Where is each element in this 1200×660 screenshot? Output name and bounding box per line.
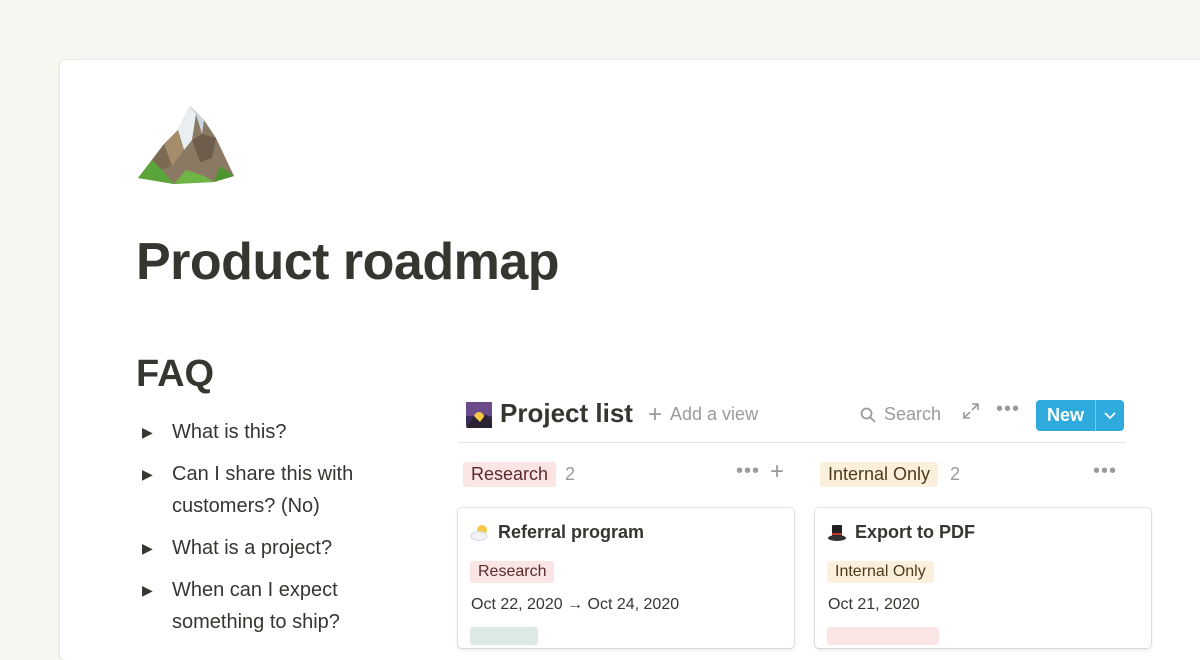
search-button[interactable]: Search [860,404,941,425]
board-column-research: Research 2 ••• + Referral program Resear… [458,458,796,648]
card-tag: Research [470,561,555,583]
column-tag: Research [463,462,557,487]
plus-icon: + [648,400,663,428]
new-button[interactable]: New [1036,400,1124,431]
card-date: Oct 21, 2020 [828,596,920,613]
faq-toggle-item[interactable]: ▶ What is a project? [142,532,392,564]
column-count: 2 [565,464,576,484]
page-container: Product roadmap FAQ ▶ What is this? ▶ Ca… [60,60,1200,660]
board-column-internal-only: Internal Only 2 ••• Export to PDF Intern… [815,460,1153,648]
faq-toggle-item[interactable]: ▶ What is this? [142,416,392,448]
top-hat-icon [828,524,846,541]
triangle-right-icon[interactable]: ▶ [142,416,172,448]
triangle-right-icon[interactable]: ▶ [142,458,172,490]
triangle-right-icon[interactable]: ▶ [142,574,172,606]
database-title[interactable]: Project list [500,398,633,429]
sunrise-image-icon [466,402,492,428]
faq-question: What is this? [172,421,287,443]
add-view-label: Add a view [670,404,759,424]
more-options-icon[interactable]: ••• [996,398,1020,421]
chevron-down-icon[interactable] [1095,400,1124,431]
column-header: Internal Only 2 ••• [815,460,1153,488]
faq-question: When can I expect something to ship? [172,579,340,633]
plus-icon[interactable]: + [770,458,784,486]
board-card[interactable]: Export to PDF Internal Only Oct 21, 2020 [815,508,1151,648]
faq-toggle-item[interactable]: ▶ Can I share this with customers? (No) [142,458,392,522]
project-list-database: Project list + Add a view Search ••• New… [458,390,1151,648]
column-count: 2 [950,464,961,484]
new-button-label[interactable]: New [1036,400,1095,431]
column-tag: Internal Only [820,462,939,487]
add-view-button[interactable]: + Add a view [648,400,759,428]
database-header: Project list + Add a view Search ••• New [458,390,1126,443]
faq-heading: FAQ [136,353,215,395]
card-date: Oct 22, 2020 → Oct 24, 2020 [471,596,680,613]
search-icon [860,407,876,423]
faq-question: What is a project? [172,537,333,559]
sun-behind-cloud-icon [470,524,488,541]
expand-icon[interactable] [962,402,980,420]
search-label: Search [884,404,942,424]
mountain-icon[interactable] [134,100,238,186]
faq-toggle-item[interactable]: ▶ When can I expect something to ship? [142,574,392,638]
page-title[interactable]: Product roadmap [136,232,560,292]
more-options-icon[interactable]: ••• [1093,460,1117,483]
faq-list: ▶ What is this? ▶ Can I share this with … [142,416,392,648]
more-options-icon[interactable]: ••• [736,460,760,483]
column-header: Research 2 ••• + [458,458,796,488]
faq-question: Can I share this with customers? (No) [172,463,354,517]
triangle-right-icon[interactable]: ▶ [142,532,172,564]
card-title: Referral program [470,522,644,543]
board-card[interactable]: Referral program Research Oct 22, 2020 →… [458,508,794,648]
card-tag: Internal Only [827,561,934,583]
card-title: Export to PDF [827,522,975,543]
card-title-text: Export to PDF [855,522,975,542]
card-title-text: Referral program [498,522,645,542]
